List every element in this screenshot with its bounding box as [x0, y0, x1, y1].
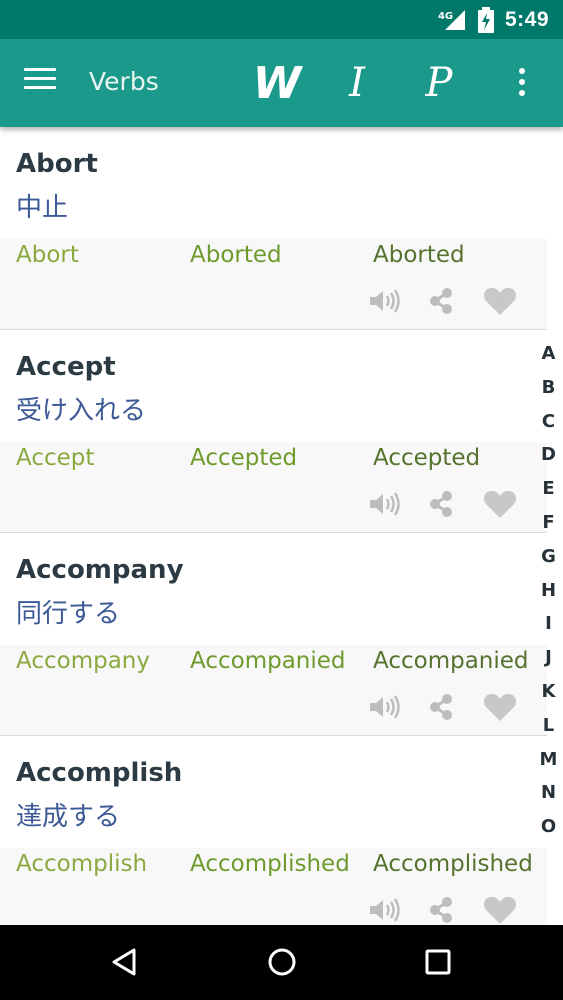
infinitive-view-button[interactable]: I [334, 53, 380, 113]
verb-card[interactable]: Accompany 同行する Accompany Accompanied Acc… [0, 533, 547, 736]
verb-participle-form: Accomplished [373, 851, 533, 877]
verb-word: Accompany [16, 555, 184, 585]
alphabet-letter[interactable]: O [534, 810, 563, 844]
verb-base-form: Abort [16, 242, 79, 268]
verb-word: Abort [16, 149, 98, 179]
verb-word: Accept [16, 352, 116, 382]
alphabet-letter[interactable]: L [534, 709, 563, 743]
alphabet-letter[interactable]: H [534, 574, 563, 608]
navigation-bar [0, 925, 563, 1000]
play-sound-button[interactable] [366, 690, 402, 724]
status-time: 5:49 [504, 7, 549, 31]
alphabet-letter[interactable]: J [534, 641, 563, 675]
alphabet-letter[interactable]: E [534, 472, 563, 506]
verb-past-form: Accomplished [190, 851, 350, 877]
favorite-button[interactable] [482, 284, 518, 318]
play-sound-button[interactable] [366, 284, 402, 318]
more-vertical-icon [512, 68, 532, 96]
share-button[interactable] [423, 284, 459, 318]
alphabet-letter[interactable]: I [534, 607, 563, 641]
page-title: Verbs [89, 67, 159, 96]
word-view-button[interactable]: W [253, 53, 302, 113]
verb-past-form: Aborted [190, 242, 282, 268]
speaker-icon [370, 289, 400, 313]
verb-past-form: Accompanied [190, 648, 346, 674]
verb-base-form: Accept [16, 445, 95, 471]
play-sound-button[interactable] [366, 893, 402, 925]
speaker-icon [370, 898, 400, 922]
favorite-button[interactable] [482, 893, 518, 925]
alphabet-letter[interactable]: D [534, 438, 563, 472]
alphabet-letter[interactable]: K [534, 675, 563, 709]
verb-card[interactable]: Accept 受け入れる Accept Accepted Accepted [0, 330, 547, 533]
alphabet-letter[interactable]: F [534, 506, 563, 540]
share-button[interactable] [423, 893, 459, 925]
share-icon [430, 288, 452, 314]
app-bar: Verbs W I P [0, 39, 563, 127]
alphabet-letter[interactable]: M [534, 743, 563, 777]
battery-icon [477, 6, 495, 33]
verb-participle-form: Accepted [373, 445, 481, 471]
verb-participle-form: Accompanied [373, 648, 529, 674]
alphabet-letter[interactable]: G [534, 540, 563, 574]
verb-card[interactable]: Abort 中止 Abort Aborted Aborted [0, 127, 547, 330]
heart-icon [483, 490, 517, 518]
alphabet-letter[interactable]: N [534, 776, 563, 810]
heart-icon [483, 896, 517, 924]
share-icon [430, 694, 452, 720]
home-button[interactable] [252, 937, 312, 987]
play-sound-button[interactable] [366, 487, 402, 521]
status-bar: 4G 5:49 [0, 0, 563, 39]
verb-list[interactable]: Abort 中止 Abort Aborted Aborted Accept 受け… [0, 127, 563, 925]
verb-card[interactable]: Accomplish 達成する Accomplish Accomplished … [0, 736, 547, 925]
favorite-button[interactable] [482, 690, 518, 724]
verb-base-form: Accompany [16, 648, 150, 674]
alphabet-letter[interactable]: C [534, 405, 563, 439]
verb-meaning: 達成する [16, 802, 121, 832]
verb-meaning: 同行する [16, 599, 121, 629]
overflow-menu-button[interactable] [512, 68, 532, 100]
alphabet-letter[interactable]: P [534, 844, 563, 851]
alphabet-letter[interactable]: A [534, 337, 563, 371]
menu-button[interactable] [24, 68, 56, 98]
recents-square-icon [425, 949, 451, 975]
share-button[interactable] [423, 487, 459, 521]
verb-word: Accomplish [16, 758, 183, 788]
alphabet-letter[interactable]: B [534, 371, 563, 405]
share-button[interactable] [423, 690, 459, 724]
participle-view-button[interactable]: P [414, 53, 464, 113]
verb-participle-form: Aborted [373, 242, 465, 268]
recents-button[interactable] [408, 937, 468, 987]
alphabet-index[interactable]: A B C D E F G H I J K L M N O P [534, 337, 563, 850]
signal-icon: 4G [438, 8, 467, 32]
heart-icon [483, 287, 517, 315]
verb-meaning: 受け入れる [16, 396, 147, 426]
favorite-button[interactable] [482, 487, 518, 521]
speaker-icon [370, 492, 400, 516]
speaker-icon [370, 695, 400, 719]
heart-icon [483, 693, 517, 721]
back-button[interactable] [95, 937, 155, 987]
share-icon [430, 897, 452, 923]
hamburger-menu-icon [24, 68, 56, 89]
share-icon [430, 491, 452, 517]
back-triangle-icon [112, 948, 136, 976]
verb-past-form: Accepted [190, 445, 298, 471]
verb-meaning: 中止 [16, 193, 69, 223]
home-circle-icon [268, 948, 296, 976]
verb-base-form: Accomplish [16, 851, 148, 877]
